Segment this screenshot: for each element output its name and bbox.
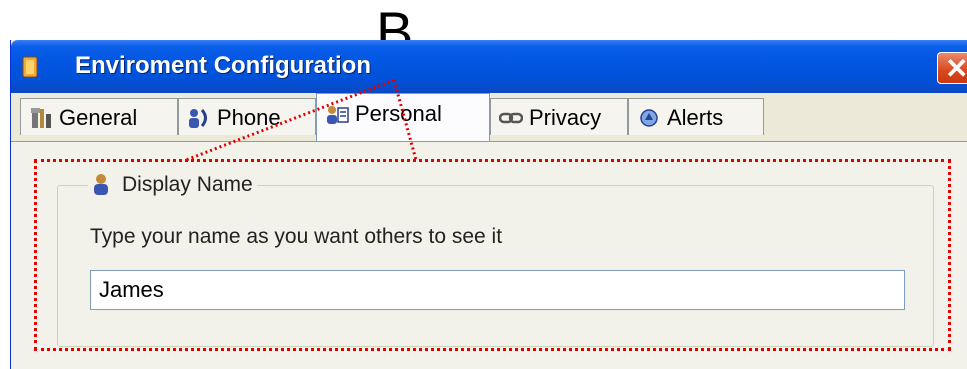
- window-title: Enviroment Configuration: [75, 52, 371, 79]
- close-icon: ✕: [945, 53, 967, 84]
- tab-label: Personal: [355, 101, 442, 126]
- tab-strip: General Phone Personal Privacy Alerts: [11, 93, 967, 145]
- tools-icon: [31, 108, 51, 128]
- tab-alerts[interactable]: Alerts: [628, 98, 764, 135]
- app-icon: [22, 56, 38, 78]
- link-chain-icon: [499, 112, 523, 124]
- title-bar[interactable]: Enviroment Configuration ✕: [11, 40, 967, 93]
- tab-privacy[interactable]: Privacy: [490, 98, 628, 135]
- personal-card-icon: [327, 106, 349, 124]
- tab-label: Phone: [217, 105, 281, 130]
- close-button[interactable]: ✕: [937, 52, 967, 84]
- highlight-box: [34, 159, 951, 351]
- tab-general[interactable]: General: [20, 98, 178, 135]
- tab-label: General: [59, 105, 138, 130]
- alerts-icon: [640, 109, 658, 127]
- tab-label: Alerts: [667, 105, 724, 130]
- phone-contacts-icon: [189, 109, 207, 128]
- tab-phone[interactable]: Phone: [178, 98, 316, 135]
- tab-personal[interactable]: Personal: [316, 93, 490, 141]
- tab-label: Privacy: [529, 105, 602, 130]
